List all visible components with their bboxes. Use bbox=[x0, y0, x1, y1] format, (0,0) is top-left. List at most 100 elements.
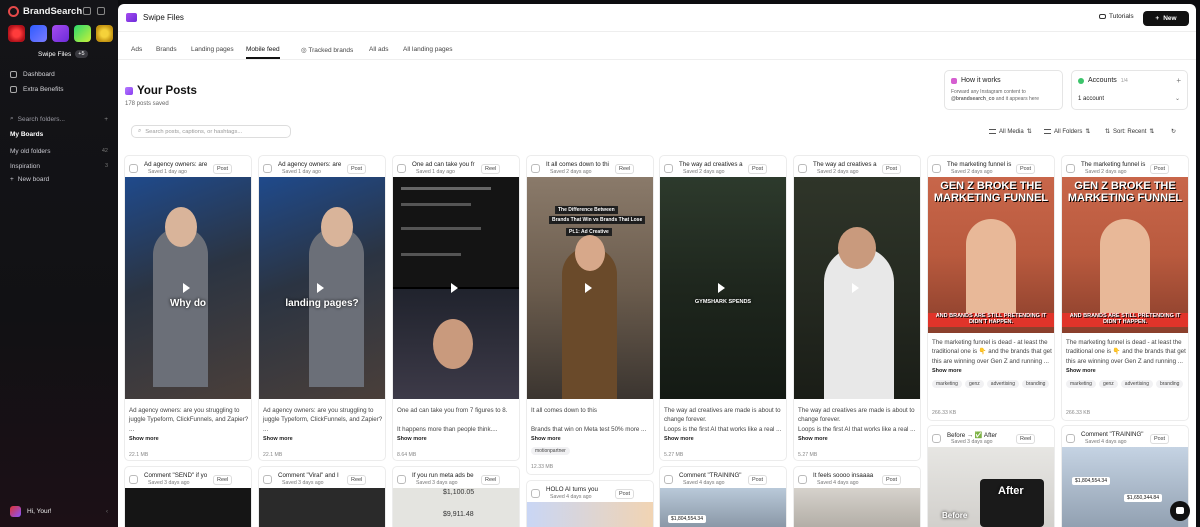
tab-tracked-brands[interactable]: ◎ Tracked brands bbox=[301, 46, 353, 54]
tab-all-landing-pages[interactable]: All landing pages bbox=[403, 46, 453, 53]
tag[interactable]: genz bbox=[1098, 380, 1118, 388]
main-content: Swipe Files Tutorials + New Ads Brands L… bbox=[118, 4, 1196, 527]
play-icon[interactable] bbox=[852, 283, 859, 293]
post-card[interactable]: If you run meta ads be Saved 3 days ago Re… bbox=[392, 466, 520, 527]
posts-search-input[interactable]: ⌕ Search posts, captions, or hashtags... bbox=[131, 125, 291, 138]
show-more-link[interactable]: Show more bbox=[932, 368, 962, 374]
user-menu[interactable]: Hi, Your! ‹ bbox=[10, 506, 108, 517]
folder-filter[interactable]: All Folders ⇅ bbox=[1044, 128, 1090, 135]
tab-tracked-label: Tracked brands bbox=[308, 47, 354, 54]
post-card[interactable]: Comment "TRAINING" Saved 4 days ago Post $… bbox=[659, 466, 787, 527]
video-thumbnail[interactable] bbox=[259, 488, 385, 527]
video-thumbnail[interactable] bbox=[794, 177, 920, 399]
tag[interactable]: motionpartner bbox=[531, 447, 570, 455]
post-image[interactable]: After Before bbox=[928, 447, 1054, 527]
play-icon[interactable] bbox=[183, 283, 190, 293]
tab-mobile-feed[interactable]: Mobile feed bbox=[246, 46, 280, 59]
tab-brands[interactable]: Brands bbox=[156, 46, 177, 53]
post-card[interactable]: HOLO AI turns you Saved 4 days ago Post bbox=[526, 480, 654, 527]
workspace-count-badge[interactable]: +5 bbox=[75, 50, 88, 58]
card-title: Comment "TRAINING" bbox=[1081, 431, 1144, 438]
tag[interactable]: genz bbox=[964, 380, 984, 388]
tab-ads[interactable]: Ads bbox=[131, 46, 142, 53]
tag[interactable]: advertising bbox=[1120, 380, 1153, 388]
my-boards-header[interactable]: My Boards bbox=[10, 128, 108, 141]
video-thumbnail[interactable]: $1,100.05 $9,911.48 bbox=[393, 488, 519, 527]
post-image[interactable]: GEN Z BROKE THE MARKETING FUNNEL AND BRA… bbox=[928, 177, 1054, 333]
workspace-purple-folder-icon[interactable] bbox=[52, 25, 69, 42]
layout-icon[interactable] bbox=[97, 7, 105, 15]
video-thumbnail[interactable]: The Difference Between Brands That Win v… bbox=[527, 177, 653, 399]
refresh-button[interactable]: ↻ bbox=[1171, 128, 1176, 135]
video-thumbnail[interactable] bbox=[125, 488, 251, 527]
folder-my-old-folders[interactable]: My old folders 42 bbox=[10, 145, 108, 158]
instagram-icon bbox=[263, 475, 272, 484]
post-image[interactable]: GEN Z BROKE THE MARKETING FUNNEL AND BRA… bbox=[1062, 177, 1188, 333]
play-icon[interactable] bbox=[317, 283, 324, 293]
workspace-switcher bbox=[8, 25, 113, 42]
chat-icon bbox=[1176, 507, 1184, 514]
post-card[interactable]: Comment "SEND" if yo Saved 3 days ago Reel bbox=[124, 466, 252, 527]
sidebar-tools bbox=[83, 7, 105, 15]
sort-select[interactable]: ⇅ Sort: Recent ⇅ bbox=[1105, 128, 1155, 136]
sort-arrows-icon: ⇅ bbox=[1149, 129, 1155, 135]
post-image[interactable] bbox=[527, 502, 653, 527]
new-button[interactable]: + New bbox=[1143, 11, 1189, 26]
account-select[interactable]: 1 account bbox=[1078, 95, 1104, 104]
chat-bubble-button[interactable] bbox=[1170, 501, 1190, 521]
post-card[interactable]: The marketing funnel is Saved 2 days ago P… bbox=[927, 155, 1055, 421]
workspace-green-icon[interactable] bbox=[74, 25, 91, 42]
post-card[interactable]: Comment "Viral" and I Saved 3 days ago Ree… bbox=[258, 466, 386, 527]
post-image[interactable]: $1,804,554.34 $1,650,344.84 bbox=[1062, 447, 1188, 527]
play-icon[interactable] bbox=[585, 283, 592, 293]
workspace-gold-icon[interactable] bbox=[96, 25, 113, 42]
video-thumbnail[interactable]: landing pages? bbox=[259, 177, 385, 399]
add-account-icon[interactable]: + bbox=[1176, 76, 1181, 85]
chevron-down-icon[interactable]: ⌄ bbox=[1175, 95, 1180, 102]
show-more-link[interactable]: Show more bbox=[397, 436, 427, 442]
workspace-blue-icon[interactable] bbox=[30, 25, 47, 42]
card-caption: The marketing funnel is dead - at least … bbox=[1066, 339, 1186, 365]
video-thumbnail[interactable] bbox=[393, 177, 519, 399]
tab-landing-pages[interactable]: Landing pages bbox=[191, 46, 234, 53]
post-card[interactable]: The marketing funnel is Saved 2 days ago P… bbox=[1061, 155, 1189, 421]
play-icon[interactable] bbox=[451, 283, 458, 293]
post-card[interactable]: The way ad creatives a Saved 2 days ago Po… bbox=[659, 155, 787, 461]
post-card[interactable]: Ad agency owners: are Saved 1 day ago Post… bbox=[258, 155, 386, 461]
post-card[interactable]: Ad agency owners: are Saved 1 day ago Post… bbox=[124, 155, 252, 461]
brand[interactable]: BrandSearch bbox=[8, 6, 82, 17]
post-card[interactable]: The way ad creatives a Saved 2 days ago Po… bbox=[793, 155, 921, 461]
post-card[interactable]: It all comes down to thi Saved 2 days ago… bbox=[526, 155, 654, 475]
tag[interactable]: branding bbox=[1021, 380, 1050, 388]
tag[interactable]: marketing bbox=[932, 380, 962, 388]
workspace-red-icon[interactable] bbox=[8, 25, 25, 42]
post-card[interactable]: It feels soooo insaaaa Saved 4 days ago Po… bbox=[793, 466, 921, 527]
media-filter[interactable]: All Media ⇅ bbox=[989, 128, 1032, 135]
new-board-button[interactable]: + New board bbox=[10, 173, 108, 186]
show-more-link[interactable]: Show more bbox=[263, 436, 293, 442]
tag[interactable]: branding bbox=[1155, 380, 1184, 388]
video-thumbnail[interactable]: Why do bbox=[125, 177, 251, 399]
show-more-link[interactable]: Show more bbox=[129, 436, 159, 442]
show-more-link[interactable]: Show more bbox=[664, 436, 694, 442]
post-card[interactable]: One ad can take you fr Saved 1 day ago Ree… bbox=[392, 155, 520, 461]
show-more-link[interactable]: Show more bbox=[798, 436, 828, 442]
post-image[interactable] bbox=[794, 488, 920, 527]
nav-dashboard[interactable]: Dashboard bbox=[10, 71, 55, 78]
tutorials-button[interactable]: Tutorials bbox=[1099, 13, 1134, 20]
collapse-sidebar-icon[interactable] bbox=[83, 7, 91, 15]
nav-extra-benefits[interactable]: Extra Benefits bbox=[10, 86, 63, 93]
tag[interactable]: advertising bbox=[986, 380, 1019, 388]
instagram-handle[interactable]: @brandsearch_co bbox=[951, 96, 995, 102]
show-more-link[interactable]: Show more bbox=[1066, 368, 1096, 374]
tab-all-ads[interactable]: All ads bbox=[369, 46, 389, 53]
tag[interactable]: marketing bbox=[1066, 380, 1096, 388]
play-icon[interactable] bbox=[718, 283, 725, 293]
video-thumbnail[interactable]: GYMSHARK SPENDS bbox=[660, 177, 786, 399]
folder-inspiration[interactable]: Inspiration 3 bbox=[10, 160, 108, 173]
show-more-link[interactable]: Show more bbox=[531, 436, 561, 442]
folder-search[interactable]: ⌕ Search folders... + bbox=[10, 115, 108, 123]
post-card[interactable]: Before → ✅ After Saved 3 days ago Reel Aft… bbox=[927, 425, 1055, 527]
post-image[interactable]: $1,804,554.34 bbox=[660, 488, 786, 527]
add-folder-icon[interactable]: + bbox=[104, 116, 108, 123]
